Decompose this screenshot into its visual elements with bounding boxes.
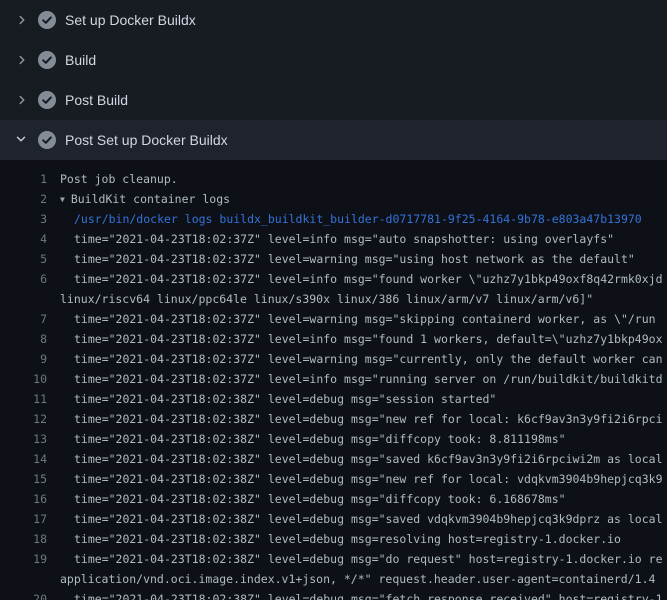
log-line: 1 ▼Post job cleanup. bbox=[0, 169, 667, 189]
log-line: 9 ▼time="2021-04-23T18:02:37Z" level=war… bbox=[0, 349, 667, 369]
log-line: 5 ▼time="2021-04-23T18:02:37Z" level=war… bbox=[0, 249, 667, 269]
log-line: 15 ▼time="2021-04-23T18:02:38Z" level=de… bbox=[0, 469, 667, 489]
step-header-post-set-up-docker-buildx[interactable]: Post Set up Docker Buildx bbox=[0, 120, 667, 160]
log-line-text: ▼time="2021-04-23T18:02:38Z" level=debug… bbox=[47, 469, 663, 489]
line-number[interactable]: 16 bbox=[0, 489, 47, 509]
log-line-text: ▼BuildKit container logs bbox=[47, 189, 230, 209]
line-number[interactable]: 4 bbox=[0, 229, 47, 249]
group-expand-icon[interactable]: ▼ bbox=[60, 190, 65, 209]
chevron-down-icon bbox=[14, 132, 30, 148]
check-circle-icon bbox=[38, 51, 56, 69]
step-list: Set up Docker Buildx Build bbox=[0, 0, 667, 160]
check-circle-icon bbox=[38, 11, 56, 29]
log-line-text: ▼time="2021-04-23T18:02:38Z" level=debug… bbox=[47, 449, 663, 469]
log-line: 10 ▼time="2021-04-23T18:02:37Z" level=in… bbox=[0, 369, 667, 389]
log-line: 17 ▼time="2021-04-23T18:02:38Z" level=de… bbox=[0, 509, 667, 529]
log-line: 19 ▼time="2021-04-23T18:02:38Z" level=de… bbox=[0, 549, 667, 569]
chevron-right-icon bbox=[14, 12, 30, 28]
line-number[interactable]: 15 bbox=[0, 469, 47, 489]
line-number[interactable]: 3 bbox=[0, 209, 47, 229]
log-line: 14 ▼time="2021-04-23T18:02:38Z" level=de… bbox=[0, 449, 667, 469]
line-number[interactable]: 10 bbox=[0, 369, 47, 389]
log-viewer: 1 ▼Post job cleanup. 2 ▼BuildKit contain… bbox=[0, 160, 667, 600]
line-number[interactable]: 8 bbox=[0, 329, 47, 349]
line-number[interactable]: 1 bbox=[0, 169, 47, 189]
line-number[interactable]: 20 bbox=[0, 589, 47, 600]
log-line-text: ▼time="2021-04-23T18:02:37Z" level=info … bbox=[47, 229, 614, 249]
line-number[interactable]: 2 bbox=[0, 189, 47, 209]
log-line-text: ▼Post job cleanup. bbox=[47, 169, 178, 189]
line-number bbox=[0, 569, 47, 589]
line-number[interactable]: 13 bbox=[0, 429, 47, 449]
log-line-text: ▼linux/riscv64 linux/ppc64le linux/s390x… bbox=[47, 289, 593, 309]
line-number bbox=[0, 289, 47, 309]
step-label: Post Build bbox=[65, 93, 128, 107]
log-line: 6 ▼time="2021-04-23T18:02:37Z" level=inf… bbox=[0, 269, 667, 289]
log-line-text: ▼time="2021-04-23T18:02:38Z" level=debug… bbox=[47, 509, 663, 529]
log-line: 2 ▼BuildKit container logs bbox=[0, 189, 667, 209]
log-line-text: ▼time="2021-04-23T18:02:38Z" level=debug… bbox=[47, 429, 566, 449]
step-label: Set up Docker Buildx bbox=[65, 13, 196, 27]
log-line-text: ▼time="2021-04-23T18:02:38Z" level=debug… bbox=[47, 549, 663, 569]
log-line-text: ▼time="2021-04-23T18:02:37Z" level=info … bbox=[47, 329, 663, 349]
log-line: 3 ▼/usr/bin/docker logs buildx_buildkit_… bbox=[0, 209, 667, 229]
line-number[interactable]: 19 bbox=[0, 549, 47, 569]
line-number[interactable]: 6 bbox=[0, 269, 47, 289]
log-line: 18 ▼time="2021-04-23T18:02:38Z" level=de… bbox=[0, 529, 667, 549]
step-header-build[interactable]: Build bbox=[0, 40, 667, 80]
log-line: 11 ▼time="2021-04-23T18:02:38Z" level=de… bbox=[0, 389, 667, 409]
log-line-text: ▼application/vnd.oci.image.index.v1+json… bbox=[47, 569, 655, 589]
line-number[interactable]: 7 bbox=[0, 309, 47, 329]
step-label: Build bbox=[65, 53, 96, 67]
step-header-set-up-docker-buildx[interactable]: Set up Docker Buildx bbox=[0, 0, 667, 40]
line-number[interactable]: 11 bbox=[0, 389, 47, 409]
line-number[interactable]: 12 bbox=[0, 409, 47, 429]
log-line: ▼application/vnd.oci.image.index.v1+json… bbox=[0, 569, 667, 589]
log-line: ▼linux/riscv64 linux/ppc64le linux/s390x… bbox=[0, 289, 667, 309]
log-line-text: ▼time="2021-04-23T18:02:37Z" level=info … bbox=[47, 269, 663, 289]
log-line: 16 ▼time="2021-04-23T18:02:38Z" level=de… bbox=[0, 489, 667, 509]
log-line-text: ▼time="2021-04-23T18:02:37Z" level=warni… bbox=[47, 309, 656, 329]
chevron-right-icon bbox=[14, 52, 30, 68]
log-line-text: ▼/usr/bin/docker logs buildx_buildkit_bu… bbox=[47, 209, 642, 229]
line-number[interactable]: 14 bbox=[0, 449, 47, 469]
log-line-text: ▼time="2021-04-23T18:02:38Z" level=debug… bbox=[47, 409, 663, 429]
log-line-text: ▼time="2021-04-23T18:02:38Z" level=debug… bbox=[47, 489, 566, 509]
log-line-text: ▼time="2021-04-23T18:02:37Z" level=warni… bbox=[47, 349, 663, 369]
log-line: 4 ▼time="2021-04-23T18:02:37Z" level=inf… bbox=[0, 229, 667, 249]
line-number[interactable]: 17 bbox=[0, 509, 47, 529]
log-line: 8 ▼time="2021-04-23T18:02:37Z" level=inf… bbox=[0, 329, 667, 349]
step-label: Post Set up Docker Buildx bbox=[65, 133, 228, 147]
step-header-post-build[interactable]: Post Build bbox=[0, 80, 667, 120]
check-circle-icon bbox=[38, 131, 56, 149]
line-number[interactable]: 9 bbox=[0, 349, 47, 369]
log-line-text: ▼time="2021-04-23T18:02:38Z" level=debug… bbox=[47, 589, 663, 600]
check-circle-icon bbox=[38, 91, 56, 109]
log-line: 13 ▼time="2021-04-23T18:02:38Z" level=de… bbox=[0, 429, 667, 449]
log-line-text: ▼time="2021-04-23T18:02:38Z" level=debug… bbox=[47, 389, 496, 409]
log-line-text: ▼time="2021-04-23T18:02:38Z" level=debug… bbox=[47, 529, 621, 549]
log-line: 7 ▼time="2021-04-23T18:02:37Z" level=war… bbox=[0, 309, 667, 329]
log-line-text: ▼time="2021-04-23T18:02:37Z" level=info … bbox=[47, 369, 663, 389]
log-line-text: ▼time="2021-04-23T18:02:37Z" level=warni… bbox=[47, 249, 635, 269]
line-number[interactable]: 18 bbox=[0, 529, 47, 549]
chevron-right-icon bbox=[14, 92, 30, 108]
line-number[interactable]: 5 bbox=[0, 249, 47, 269]
log-line: 20 ▼time="2021-04-23T18:02:38Z" level=de… bbox=[0, 589, 667, 600]
log-line: 12 ▼time="2021-04-23T18:02:38Z" level=de… bbox=[0, 409, 667, 429]
